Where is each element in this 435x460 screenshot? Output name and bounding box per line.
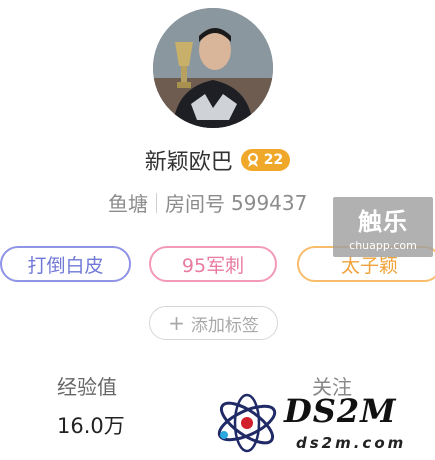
level-number: 22 [263, 152, 284, 168]
add-tag-label: 添加标签 [190, 315, 259, 336]
tag-2[interactable]: 95军刺 [149, 246, 277, 282]
room-info: 鱼塘 房间号 599437 [108, 188, 307, 217]
room-id: 599437 [231, 190, 308, 215]
nickname: 新颖欧巴 [144, 150, 233, 175]
exp-value: 16.0万 [57, 414, 125, 438]
avatar-photo [153, 8, 273, 128]
room-id-label: 房间号 [165, 192, 225, 216]
medal-icon [247, 153, 258, 167]
category-label: 鱼塘 [108, 192, 148, 216]
ds2m-watermark-title: DS2M [284, 392, 397, 430]
exp-label: 经验值 [57, 375, 117, 399]
avatar[interactable] [153, 8, 273, 128]
tag-1[interactable]: 打倒白皮 [0, 246, 131, 282]
add-tag-button[interactable]: + 添加标签 [149, 306, 278, 340]
plus-icon: + [168, 311, 185, 335]
ds2m-watermark: DS2M ds2m.com [210, 388, 435, 460]
level-badge[interactable]: 22 [240, 149, 291, 171]
atom-logo-icon [217, 393, 277, 453]
name-row: 新颖欧巴 22 [0, 144, 435, 176]
ds2m-watermark-url: ds2m.com [296, 434, 407, 452]
divider [156, 192, 157, 213]
chuapp-watermark-title: 触乐 [358, 208, 408, 236]
chuapp-watermark: 触乐 chuapp.com [333, 197, 433, 257]
chuapp-watermark-url: chuapp.com [349, 239, 417, 252]
